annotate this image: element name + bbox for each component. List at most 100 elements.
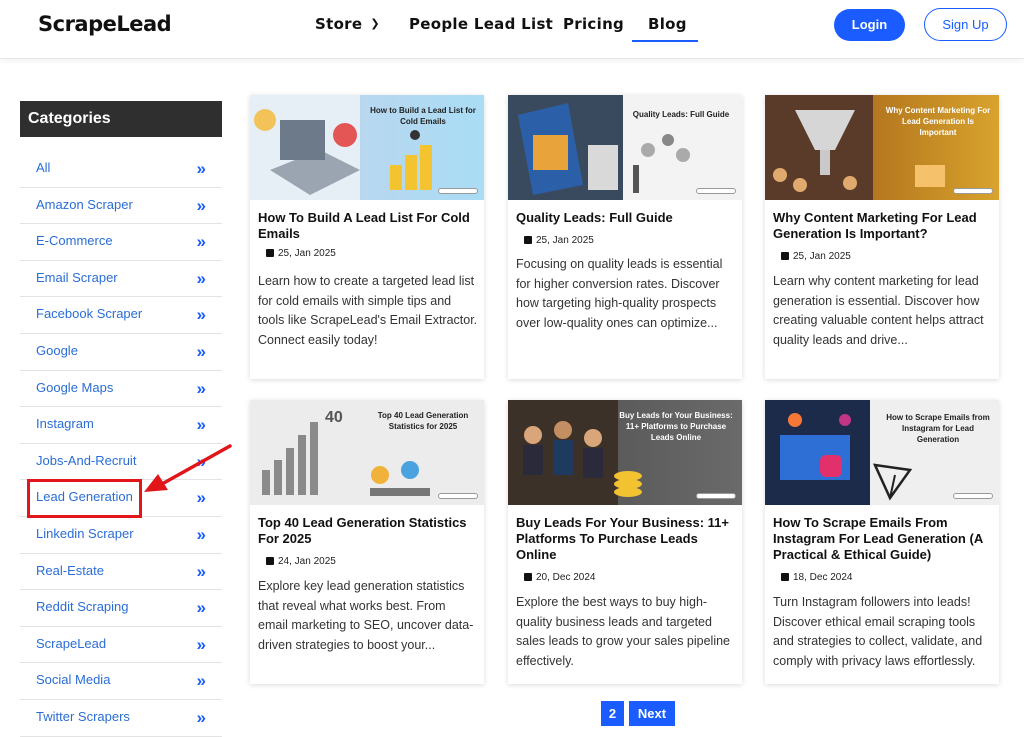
- category-item[interactable]: Instagram »: [20, 407, 222, 444]
- post-thumbnail[interactable]: How to Scrape Emails from Instagram for …: [765, 400, 999, 505]
- thumbnail-caption: How to Scrape Emails from Instagram for …: [886, 413, 990, 444]
- post-date: 24, Jan 2025: [266, 556, 336, 567]
- post-thumbnail[interactable]: Buy Leads for Your Business: 11+ Platfor…: [508, 400, 742, 505]
- calendar-icon: [266, 249, 274, 257]
- category-label: Instagram: [36, 416, 94, 432]
- svg-text:40: 40: [325, 409, 343, 426]
- category-label: Real-Estate: [36, 562, 104, 578]
- next-page-button[interactable]: Next: [629, 701, 675, 726]
- double-chevron-right-icon: »: [196, 341, 206, 361]
- double-chevron-right-icon: »: [196, 232, 206, 252]
- category-label: ScrapeLead: [36, 635, 107, 651]
- post-thumbnail[interactable]: How to Build a Lead List for Cold Emails: [250, 95, 484, 200]
- post-excerpt: Focusing on quality leads is essential f…: [516, 257, 723, 330]
- double-chevron-right-icon: »: [196, 305, 206, 325]
- category-label: Google Maps: [36, 379, 114, 395]
- double-chevron-right-icon: »: [196, 598, 206, 618]
- category-label: Linkedin Scraper: [36, 525, 134, 541]
- post-card[interactable]: How to Scrape Emails from Instagram for …: [765, 400, 999, 684]
- double-chevron-right-icon: »: [196, 378, 206, 398]
- double-chevron-right-icon: »: [196, 561, 206, 581]
- thumbnail-caption: Why Content Marketing For Lead Generatio…: [885, 106, 991, 137]
- thumbnail-caption: Buy Leads for Your Business: 11+ Platfor…: [619, 411, 733, 442]
- calendar-icon: [781, 573, 789, 581]
- post-title[interactable]: Why Content Marketing For Lead Generatio…: [773, 210, 995, 242]
- post-date-text: 25, Jan 2025: [536, 235, 594, 246]
- thumbnail-badge: [438, 188, 478, 194]
- category-item[interactable]: Linkedin Scraper »: [20, 517, 222, 554]
- post-title[interactable]: How To Build A Lead List For Cold Emails: [258, 210, 478, 242]
- logo[interactable]: ScrapeLead: [38, 12, 172, 36]
- category-label: Email Scraper: [36, 269, 118, 285]
- post-date-text: 24, Jan 2025: [278, 556, 336, 567]
- post-title[interactable]: Top 40 Lead Generation Statistics For 20…: [258, 515, 478, 547]
- post-date: 20, Dec 2024: [524, 572, 596, 583]
- thumbnail-caption: How to Build a Lead List for Cold Emails: [370, 106, 476, 126]
- post-excerpt: Learn how to create a targeted lead list…: [258, 274, 478, 347]
- post-card[interactable]: Why Content Marketing For Lead Generatio…: [765, 95, 999, 379]
- thumbnail-badge: [696, 493, 736, 499]
- post-date: 25, Jan 2025: [266, 248, 336, 259]
- post-date-text: 20, Dec 2024: [536, 572, 596, 583]
- calendar-icon: [524, 573, 532, 581]
- category-item[interactable]: Facebook Scraper »: [20, 297, 222, 334]
- post-excerpt: Explore the best ways to buy high-qualit…: [516, 595, 731, 668]
- category-item[interactable]: Social Media »: [20, 663, 222, 700]
- thumbnail-caption: Top 40 Lead Generation Statistics for 20…: [377, 411, 469, 431]
- category-item[interactable]: Real-Estate »: [20, 554, 222, 591]
- nav-pricing[interactable]: Pricing: [563, 15, 624, 33]
- double-chevron-right-icon: »: [196, 415, 206, 435]
- nav-store[interactable]: Store ❯: [315, 15, 380, 33]
- double-chevron-right-icon: »: [196, 195, 206, 215]
- category-label: Jobs-And-Recruit: [36, 452, 137, 468]
- category-item[interactable]: ScrapeLead »: [20, 627, 222, 664]
- annotation-arrow-icon: [144, 444, 232, 492]
- category-item[interactable]: Google Maps »: [20, 371, 222, 408]
- category-label: Facebook Scraper: [36, 306, 143, 322]
- post-date: 25, Jan 2025: [524, 235, 594, 246]
- nav-active-indicator: [632, 40, 698, 42]
- page-2-button[interactable]: 2: [601, 701, 624, 726]
- post-card[interactable]: How to Build a Lead List for Cold Emails…: [250, 95, 484, 379]
- post-title[interactable]: Quality Leads: Full Guide: [516, 210, 736, 226]
- thumbnail-badge: [438, 493, 478, 499]
- post-card[interactable]: 40 Top 40 Lead Generation Statistics for…: [250, 400, 484, 684]
- nav-blog[interactable]: Blog: [648, 15, 687, 33]
- thumbnail-badge: [953, 493, 993, 499]
- post-thumbnail[interactable]: Quality Leads: Full Guide: [508, 95, 742, 200]
- category-label: Twitter Scrapers: [36, 708, 130, 724]
- post-date: 25, Jan 2025: [781, 251, 851, 262]
- post-thumbnail[interactable]: 40 Top 40 Lead Generation Statistics for…: [250, 400, 484, 505]
- double-chevron-right-icon: »: [196, 671, 206, 691]
- thumbnail-badge: [696, 188, 736, 194]
- category-item[interactable]: Reddit Scraping »: [20, 590, 222, 627]
- thumbnail-caption: Quality Leads: Full Guide: [632, 110, 730, 119]
- categories-title: Categories: [20, 101, 222, 137]
- nav-people-lead-list[interactable]: People Lead List: [409, 15, 553, 33]
- post-excerpt: Explore key lead generation statistics t…: [258, 579, 474, 652]
- post-card[interactable]: Quality Leads: Full Guide Quality Leads:…: [508, 95, 742, 379]
- category-label: Reddit Scraping: [36, 599, 129, 615]
- category-item[interactable]: E-Commerce »: [20, 224, 222, 261]
- category-item[interactable]: Email Scraper »: [20, 261, 222, 298]
- category-label: Google: [36, 342, 78, 358]
- double-chevron-right-icon: »: [196, 524, 206, 544]
- post-title[interactable]: How To Scrape Emails From Instagram For …: [773, 515, 995, 563]
- calendar-icon: [781, 252, 789, 260]
- signup-button[interactable]: Sign Up: [924, 8, 1007, 41]
- category-item[interactable]: Amazon Scraper »: [20, 188, 222, 225]
- calendar-icon: [524, 236, 532, 244]
- nav-store-label: Store: [315, 15, 363, 33]
- category-item[interactable]: Twitter Scrapers »: [20, 700, 222, 737]
- double-chevron-right-icon: »: [196, 634, 206, 654]
- post-card[interactable]: Buy Leads for Your Business: 11+ Platfor…: [508, 400, 742, 684]
- post-title[interactable]: Buy Leads For Your Business: 11+ Platfor…: [516, 515, 738, 563]
- post-date-text: 25, Jan 2025: [278, 248, 336, 259]
- calendar-icon: [266, 557, 274, 565]
- login-button[interactable]: Login: [834, 9, 905, 41]
- category-item[interactable]: All »: [20, 151, 222, 188]
- post-thumbnail[interactable]: Why Content Marketing For Lead Generatio…: [765, 95, 999, 200]
- double-chevron-right-icon: »: [196, 159, 206, 178]
- category-item[interactable]: Google »: [20, 334, 222, 371]
- highlight-box: [27, 479, 142, 518]
